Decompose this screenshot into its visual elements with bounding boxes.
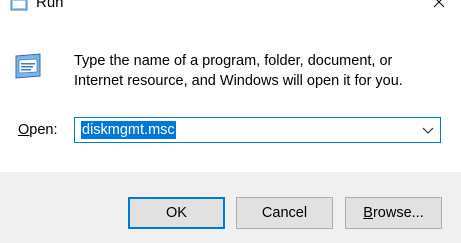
run-app-icon bbox=[15, 53, 41, 79]
open-input-value[interactable]: diskmgmt.msc bbox=[81, 121, 176, 139]
open-combobox[interactable]: diskmgmt.msc bbox=[74, 117, 441, 143]
browse-accesskey: B bbox=[363, 205, 373, 221]
open-label: Open: bbox=[18, 122, 58, 138]
browse-button-label: rowse... bbox=[372, 205, 424, 221]
ok-button-label: OK bbox=[166, 205, 187, 221]
description-line-2: Internet resource, and Windows will open… bbox=[74, 73, 403, 89]
run-icon bbox=[10, 0, 28, 11]
title-bar: Run bbox=[0, 0, 461, 14]
window-title: Run bbox=[36, 0, 64, 11]
dialog-body bbox=[0, 14, 461, 172]
close-icon[interactable] bbox=[431, 0, 447, 10]
description-line-1: Type the name of a program, folder, docu… bbox=[74, 53, 393, 69]
cancel-button-label: Cancel bbox=[261, 205, 308, 221]
description-text: Type the name of a program, folder, docu… bbox=[74, 51, 434, 91]
cancel-button[interactable]: Cancel bbox=[236, 197, 333, 229]
open-label-rest: pen: bbox=[29, 122, 58, 138]
browse-button[interactable]: Browse... bbox=[345, 197, 442, 229]
chevron-down-icon[interactable] bbox=[422, 125, 434, 135]
ok-button[interactable]: OK bbox=[128, 197, 225, 229]
open-label-accesskey: O bbox=[18, 122, 30, 138]
